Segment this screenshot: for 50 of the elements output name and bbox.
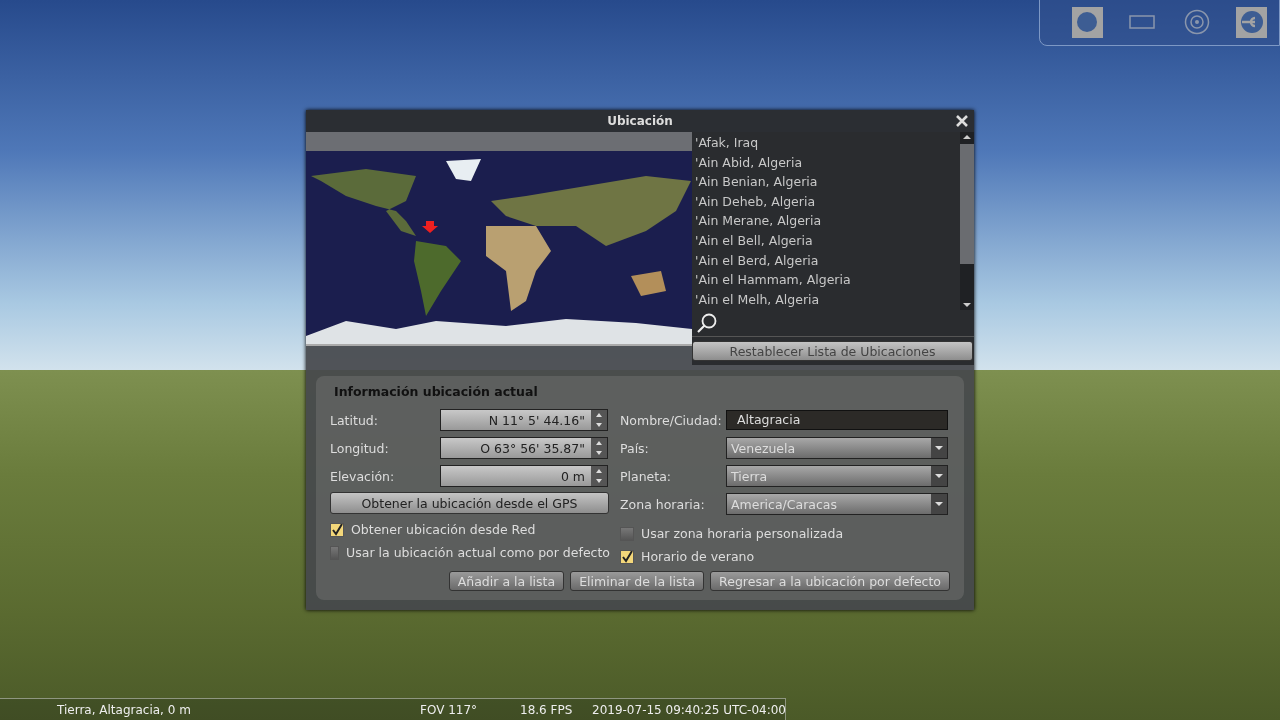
location-list-item[interactable]: 'Afak, Iraq: [692, 133, 960, 153]
checkbox-option[interactable]: Obtener ubicación desde Red: [330, 518, 610, 541]
spinbox-field[interactable]: 0 m: [440, 465, 608, 487]
fps-status: 18.6 FPS: [520, 703, 573, 717]
reset-list-button[interactable]: Restablecer Lista de Ubicaciones: [692, 341, 973, 361]
checkbox[interactable]: [330, 545, 340, 560]
checkbox-option[interactable]: Horario de verano: [620, 545, 950, 568]
dropdown-arrow-icon: [934, 444, 944, 452]
field-label: Latitud:: [330, 412, 379, 428]
checkbox[interactable]: [330, 522, 344, 537]
dropdown-arrow-icon: [934, 500, 944, 508]
location-list-item[interactable]: 'Ain el Melh, Algeria: [692, 289, 960, 310]
checkbox-option[interactable]: Usar zona horaria personalizada: [620, 522, 950, 545]
location-marker-icon: [422, 221, 438, 233]
location-list-item[interactable]: 'Ain el Berd, Algeria: [692, 250, 960, 271]
scroll-down-icon[interactable]: [961, 300, 973, 310]
datetime-status: 2019-07-15 09:40:25 UTC-04:00: [592, 703, 786, 717]
location-list-item[interactable]: 'Ain Merane, Algeria: [692, 211, 960, 231]
close-icon[interactable]: [955, 114, 969, 128]
checkbox[interactable]: [620, 526, 634, 541]
field-label: País:: [620, 440, 650, 456]
location-list-item[interactable]: 'Ain Deheb, Algeria: [692, 191, 960, 212]
field-label: Longitud:: [330, 440, 390, 456]
gps-button[interactable]: Obtener la ubicación desde el GPS: [330, 492, 609, 514]
world-map-drawing[interactable]: [306, 151, 692, 344]
wrench-icon: [1239, 10, 1264, 34]
target-icon: [1183, 9, 1210, 35]
search-icon: [696, 312, 718, 334]
rectangle-icon: [1129, 15, 1156, 29]
checkbox-option[interactable]: Usar la ubicación actual como por defecto: [330, 541, 610, 564]
city-input-field[interactable]: Altagracia: [726, 410, 948, 430]
location-list-item[interactable]: 'Ain el Hammam, Algeria: [692, 270, 960, 290]
spinbox-field[interactable]: O 63° 56' 35.87": [440, 437, 608, 459]
circle-icon: [1076, 11, 1099, 33]
window-title: Ubicación: [607, 114, 673, 128]
location-status: Tierra, Altagracia, 0 m: [57, 703, 191, 717]
fov-status: FOV 117°: [420, 703, 478, 717]
location-list-item[interactable]: 'Ain el Bell, Algeria: [692, 230, 960, 251]
spinbox-field[interactable]: N 11° 5' 44.16": [440, 409, 608, 431]
checkbox[interactable]: [620, 549, 634, 564]
toolbar-button[interactable]: [1236, 6, 1268, 38]
field-label: Nombre/Ciudad:: [620, 412, 723, 428]
section-title: Información ubicación actual: [334, 384, 539, 399]
field-label: Zona horaria:: [620, 496, 706, 512]
field-label: Elevación:: [330, 468, 396, 484]
field-label: Planeta:: [620, 468, 673, 484]
location-list-item[interactable]: 'Ain Abid, Algeria: [692, 152, 960, 173]
scrollbar[interactable]: [960, 132, 974, 310]
dropdown-arrow-icon: [934, 472, 944, 480]
location-list-item[interactable]: 'Ain Benian, Algeria: [692, 172, 960, 192]
